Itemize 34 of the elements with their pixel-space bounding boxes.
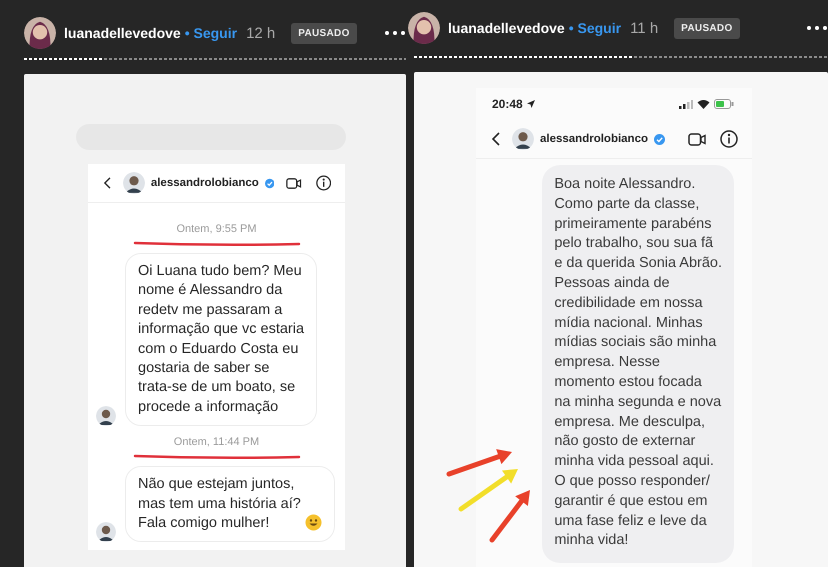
- contact-name[interactable]: alessandrolobianco: [150, 177, 259, 189]
- message-text: Oi Luana tudo bem? Meu nome é Alessandro da redetv me passaram a informação que vc estaria com o Eduardo Costa eu gostaria de saber se trata-se de um boato, se procede a informação: [138, 262, 304, 417]
- paused-badge: PAUSADO: [291, 22, 357, 44]
- signal-icon: [679, 100, 693, 108]
- sender-avatar: [96, 522, 116, 542]
- info-icon[interactable]: [720, 130, 738, 148]
- message-timestamp: Ontem, 11:44 PM: [174, 436, 260, 448]
- contact-avatar: [122, 172, 145, 194]
- username[interactable]: luanadellevedove: [64, 25, 181, 41]
- username[interactable]: luanadellevedove: [448, 20, 565, 36]
- more-icon[interactable]: [384, 30, 406, 36]
- message-timestamp: Ontem, 9:55 PM: [176, 223, 257, 235]
- more-icon[interactable]: [806, 25, 828, 31]
- info-icon[interactable]: [316, 174, 331, 192]
- back-icon[interactable]: [104, 176, 111, 190]
- post-time: 12 h: [246, 24, 276, 42]
- back-icon[interactable]: [492, 132, 500, 146]
- clock-time: 20:48: [492, 97, 523, 111]
- profile-avatar: [408, 12, 440, 44]
- follow-link[interactable]: • Seguir: [568, 20, 622, 36]
- contact-avatar: [512, 128, 534, 150]
- video-call-icon[interactable]: [688, 132, 706, 146]
- location-arrow-icon: [526, 100, 535, 108]
- message-text: Não que estejam juntos, mas tem uma história aí? Fala comigo mulher!: [138, 475, 301, 534]
- follow-link[interactable]: • Seguir: [184, 25, 238, 41]
- profile-avatar: [24, 17, 56, 49]
- post-time: 11 h: [630, 20, 658, 36]
- contact-name[interactable]: alessandrolobianco: [540, 133, 648, 145]
- message-text: Boa noite Alessandro. Como parte da classe, primeiramente parabéns pelo trabalho, sou sua fã e da querida Sonia Abrão. Pessoas ainda de credibilidade em nossa mídia nacional. Minhas mídias sociais são minha empresa. Nesse momento estou focada na minha segunda e nova empresa. Me desculpa, não gosto de externar minha vida pessoal aqui. O que posso responder/ garantir é que estou em uma fase feliz e leve da minha vida!: [554, 175, 722, 550]
- wifi-icon: [697, 99, 710, 109]
- video-call-icon[interactable]: [286, 176, 302, 190]
- battery-icon: [714, 99, 734, 109]
- sender-avatar: [96, 406, 116, 426]
- paused-badge: PAUSADO: [674, 18, 740, 38]
